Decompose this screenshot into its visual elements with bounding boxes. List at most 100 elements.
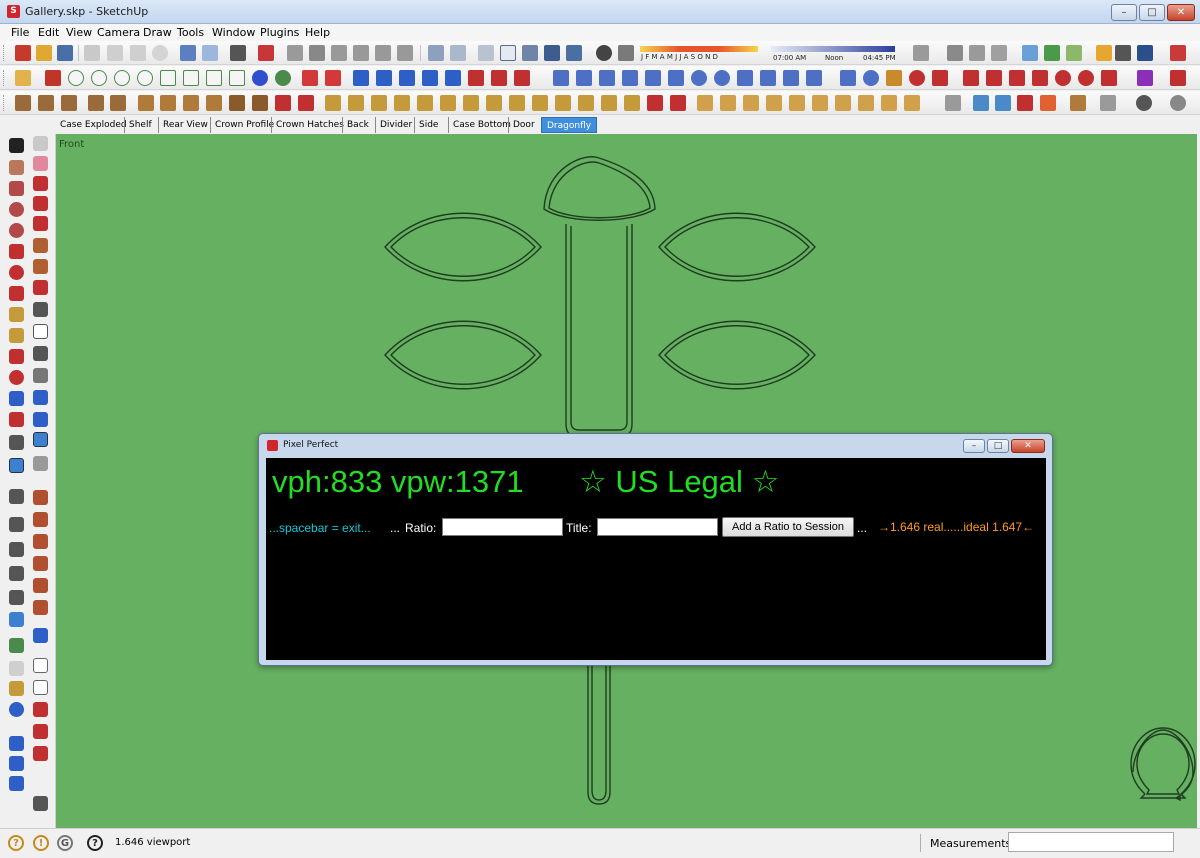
plugin-box3-icon[interactable]: [33, 746, 48, 761]
tab-rear-view[interactable]: Rear View: [158, 117, 208, 133]
curve-arc-icon[interactable]: [737, 70, 753, 86]
convert-icon[interactable]: [1101, 70, 1117, 86]
tab-door[interactable]: Door: [508, 117, 535, 133]
plugin-v-icon[interactable]: [33, 534, 48, 549]
redo-icon[interactable]: [202, 45, 218, 61]
plugin-box2-icon[interactable]: [33, 724, 48, 739]
grid-4-icon[interactable]: [440, 95, 456, 111]
bspline-icon[interactable]: [599, 70, 615, 86]
curve-loop-icon[interactable]: [863, 70, 879, 86]
grid-3-icon[interactable]: [417, 95, 433, 111]
grid-12-icon[interactable]: [624, 95, 640, 111]
walk-icon[interactable]: [947, 45, 963, 61]
monochrome-icon[interactable]: [566, 45, 582, 61]
solid-icon[interactable]: [1040, 95, 1056, 111]
extrude-7-icon[interactable]: [835, 95, 851, 111]
polyline-icon[interactable]: [576, 70, 592, 86]
menu-file[interactable]: File: [11, 26, 29, 39]
polygon-icon[interactable]: [183, 70, 199, 86]
face-palette-icon[interactable]: [33, 658, 48, 673]
curve-key-icon[interactable]: [886, 70, 902, 86]
outliner-icon[interactable]: [9, 517, 24, 532]
left-view-icon[interactable]: [397, 45, 413, 61]
orbit-tool-icon[interactable]: [9, 370, 24, 385]
component-browser-icon[interactable]: [9, 489, 24, 504]
dialog-titlebar[interactable]: Pixel Perfect – □ ✕: [259, 434, 1052, 456]
fill-2-icon[interactable]: [670, 95, 686, 111]
offset-palette-icon[interactable]: [33, 280, 48, 295]
curve-arc2-icon[interactable]: [806, 70, 822, 86]
eraser-tool-icon[interactable]: [33, 156, 48, 171]
roof-3-icon[interactable]: [1017, 95, 1033, 111]
arc-icon[interactable]: [275, 70, 291, 86]
curve-wave-icon[interactable]: [840, 70, 856, 86]
help-icon[interactable]: ?: [87, 835, 103, 851]
joinery-4-icon[interactable]: [206, 95, 222, 111]
roof-1-icon[interactable]: [973, 95, 989, 111]
tab-shelf[interactable]: Shelf: [124, 117, 152, 133]
sun-icon[interactable]: [1170, 95, 1186, 111]
zoom-extents-icon[interactable]: [9, 412, 24, 427]
star-tool-icon[interactable]: [206, 70, 222, 86]
line-tool-icon[interactable]: [302, 70, 318, 86]
follow-me-palette-icon[interactable]: [33, 259, 48, 274]
measurements-input[interactable]: [1008, 832, 1174, 852]
zoom-window-icon[interactable]: [33, 390, 48, 405]
layers-palette-icon[interactable]: [9, 542, 24, 557]
plugin-r-icon[interactable]: [33, 512, 48, 527]
fill-1-icon[interactable]: [647, 95, 663, 111]
globe-palette-icon[interactable]: [9, 702, 24, 717]
guide-icon[interactable]: [348, 95, 364, 111]
joinery-3-icon[interactable]: [183, 95, 199, 111]
dialog-minimize-button[interactable]: –: [963, 439, 985, 453]
model-info-icon[interactable]: [258, 45, 274, 61]
grid-8-icon[interactable]: [532, 95, 548, 111]
grid-9-icon[interactable]: [555, 95, 571, 111]
align-icon[interactable]: [9, 736, 24, 751]
component-1-icon[interactable]: [15, 95, 31, 111]
taper-icon[interactable]: [514, 70, 530, 86]
curve-circle-icon[interactable]: [691, 70, 707, 86]
tab-case-exploded[interactable]: Case Exploded: [56, 117, 127, 133]
select-lasso-icon[interactable]: [15, 70, 31, 86]
previous-view-icon[interactable]: [33, 412, 48, 427]
eye-icon[interactable]: [1136, 95, 1152, 111]
minimize-button[interactable]: –: [1111, 4, 1137, 21]
grid-7-icon[interactable]: [509, 95, 525, 111]
paste-icon[interactable]: [130, 45, 146, 61]
push-pull-icon[interactable]: [33, 238, 48, 253]
grid-11-icon[interactable]: [601, 95, 617, 111]
twist-icon[interactable]: [491, 70, 507, 86]
toolbar-grip[interactable]: [3, 70, 6, 86]
component-icon[interactable]: [1096, 45, 1112, 61]
grid-5-icon[interactable]: [463, 95, 479, 111]
back-view-icon[interactable]: [375, 45, 391, 61]
extrude-6-icon[interactable]: [812, 95, 828, 111]
curve-ring-icon[interactable]: [714, 70, 730, 86]
catmull-icon[interactable]: [668, 70, 684, 86]
cutlist-icon[interactable]: [1070, 95, 1086, 111]
joinery-6-icon[interactable]: [252, 95, 268, 111]
curve-open-icon[interactable]: [932, 70, 948, 86]
rotate-axis-icon[interactable]: [445, 70, 461, 86]
ratio-input[interactable]: [442, 518, 563, 536]
guide-point-icon[interactable]: [325, 95, 341, 111]
save-icon[interactable]: [57, 45, 73, 61]
freehand-palette-icon[interactable]: [33, 216, 48, 231]
walk-palette-icon[interactable]: [9, 458, 24, 473]
select-tool-icon[interactable]: [9, 138, 24, 153]
print-icon[interactable]: [230, 45, 246, 61]
extrude-3-icon[interactable]: [743, 95, 759, 111]
move-point-icon[interactable]: [1032, 70, 1048, 86]
shadows-palette-icon[interactable]: [9, 612, 24, 627]
tab-dragonfly[interactable]: Dragonfly: [541, 117, 598, 133]
menu-help[interactable]: Help: [305, 26, 330, 39]
paint-bucket-icon[interactable]: [45, 70, 61, 86]
axis-y-icon[interactable]: [376, 70, 392, 86]
menu-window[interactable]: Window: [212, 26, 255, 39]
curve-palette-icon[interactable]: [33, 680, 48, 695]
stack-icon[interactable]: [9, 776, 24, 791]
add-ratio-button[interactable]: Add a Ratio to Session: [722, 517, 854, 537]
title-input[interactable]: [597, 518, 718, 536]
menu-draw[interactable]: Draw: [143, 26, 172, 39]
